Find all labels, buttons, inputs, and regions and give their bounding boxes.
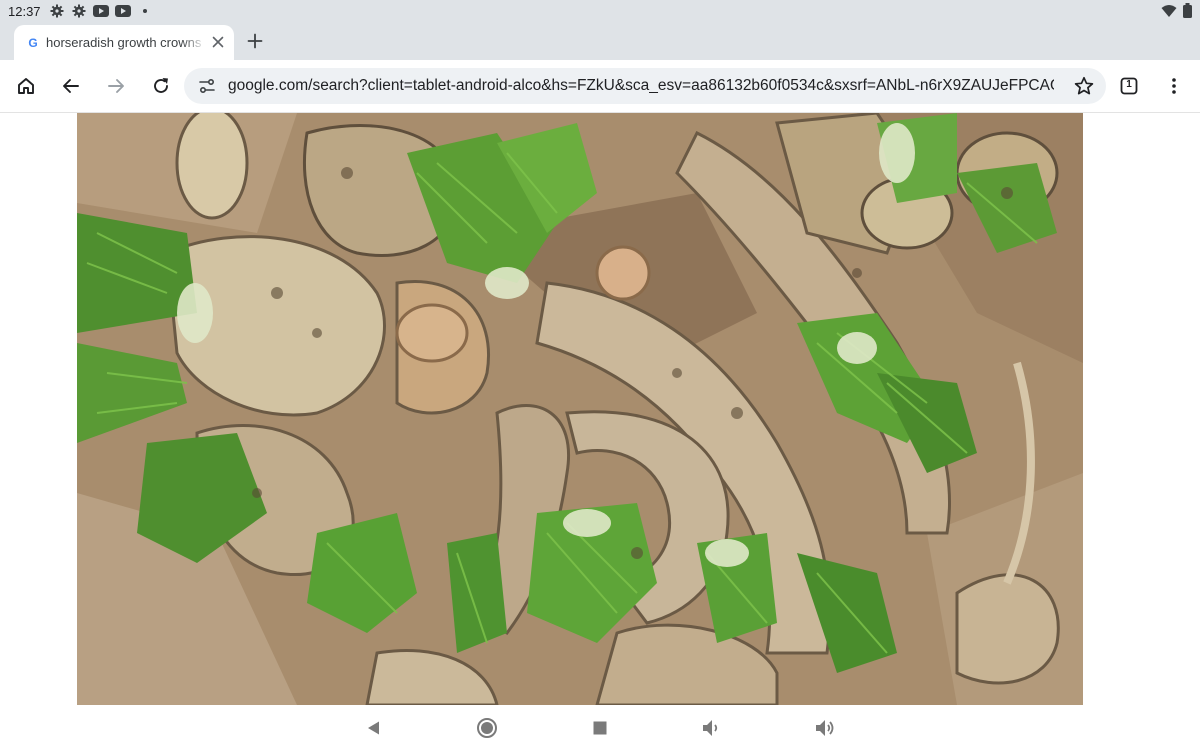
menu-button[interactable]	[1162, 74, 1186, 98]
new-tab-button[interactable]	[244, 30, 266, 52]
url-text[interactable]: google.com/search?client=tablet-android-…	[228, 77, 1054, 95]
volume-down-icon	[703, 720, 718, 736]
site-settings-icon[interactable]	[198, 77, 216, 95]
nav-recents-button[interactable]	[589, 717, 611, 739]
nav-back-button[interactable]	[363, 717, 385, 739]
tab-strip: G horseradish growth crowns	[0, 22, 1200, 60]
forward-button[interactable]	[104, 74, 128, 98]
wifi-icon	[1161, 4, 1177, 21]
more-vert-icon	[1172, 78, 1176, 94]
bookmark-star-icon[interactable]	[1074, 76, 1094, 96]
home-button[interactable]	[14, 74, 38, 98]
triangle-back-icon	[368, 721, 379, 735]
dot-icon	[137, 4, 153, 18]
plus-icon	[247, 33, 263, 49]
youtube-icon	[92, 4, 109, 18]
system-navigation-bar	[0, 705, 1200, 750]
settings-icon	[49, 4, 65, 18]
volume-down-button[interactable]	[701, 717, 723, 739]
back-button[interactable]	[59, 74, 83, 98]
horseradish-image	[77, 113, 1083, 705]
tab-active[interactable]: G horseradish growth crowns	[14, 25, 234, 60]
reload-icon	[154, 78, 168, 93]
circle-home-icon	[477, 718, 497, 738]
reload-button[interactable]	[149, 74, 173, 98]
home-icon	[18, 78, 34, 94]
square-recents-icon	[593, 721, 607, 735]
status-time: 12:37	[8, 3, 41, 19]
arrow-left-icon	[63, 79, 79, 93]
address-bar[interactable]: google.com/search?client=tablet-android-…	[184, 68, 1106, 104]
tab-count: 1	[1126, 79, 1132, 90]
battery-icon	[1183, 3, 1192, 21]
tab-title: horseradish growth crowns	[46, 35, 202, 50]
toolbar: google.com/search?client=tablet-android-…	[0, 60, 1200, 113]
youtube-icon	[114, 4, 131, 18]
arrow-right-icon	[108, 79, 124, 93]
page-content	[0, 113, 1200, 705]
volume-up-button[interactable]	[814, 717, 836, 739]
status-bar: 12:37	[0, 0, 1200, 22]
close-icon[interactable]	[210, 34, 226, 50]
nav-home-button[interactable]	[476, 717, 498, 739]
volume-up-icon	[816, 720, 834, 736]
settings-icon	[71, 4, 87, 18]
horseradish-photo[interactable]	[77, 113, 1083, 705]
tab-switcher-button[interactable]: 1	[1117, 74, 1141, 98]
google-icon: G	[28, 35, 38, 50]
